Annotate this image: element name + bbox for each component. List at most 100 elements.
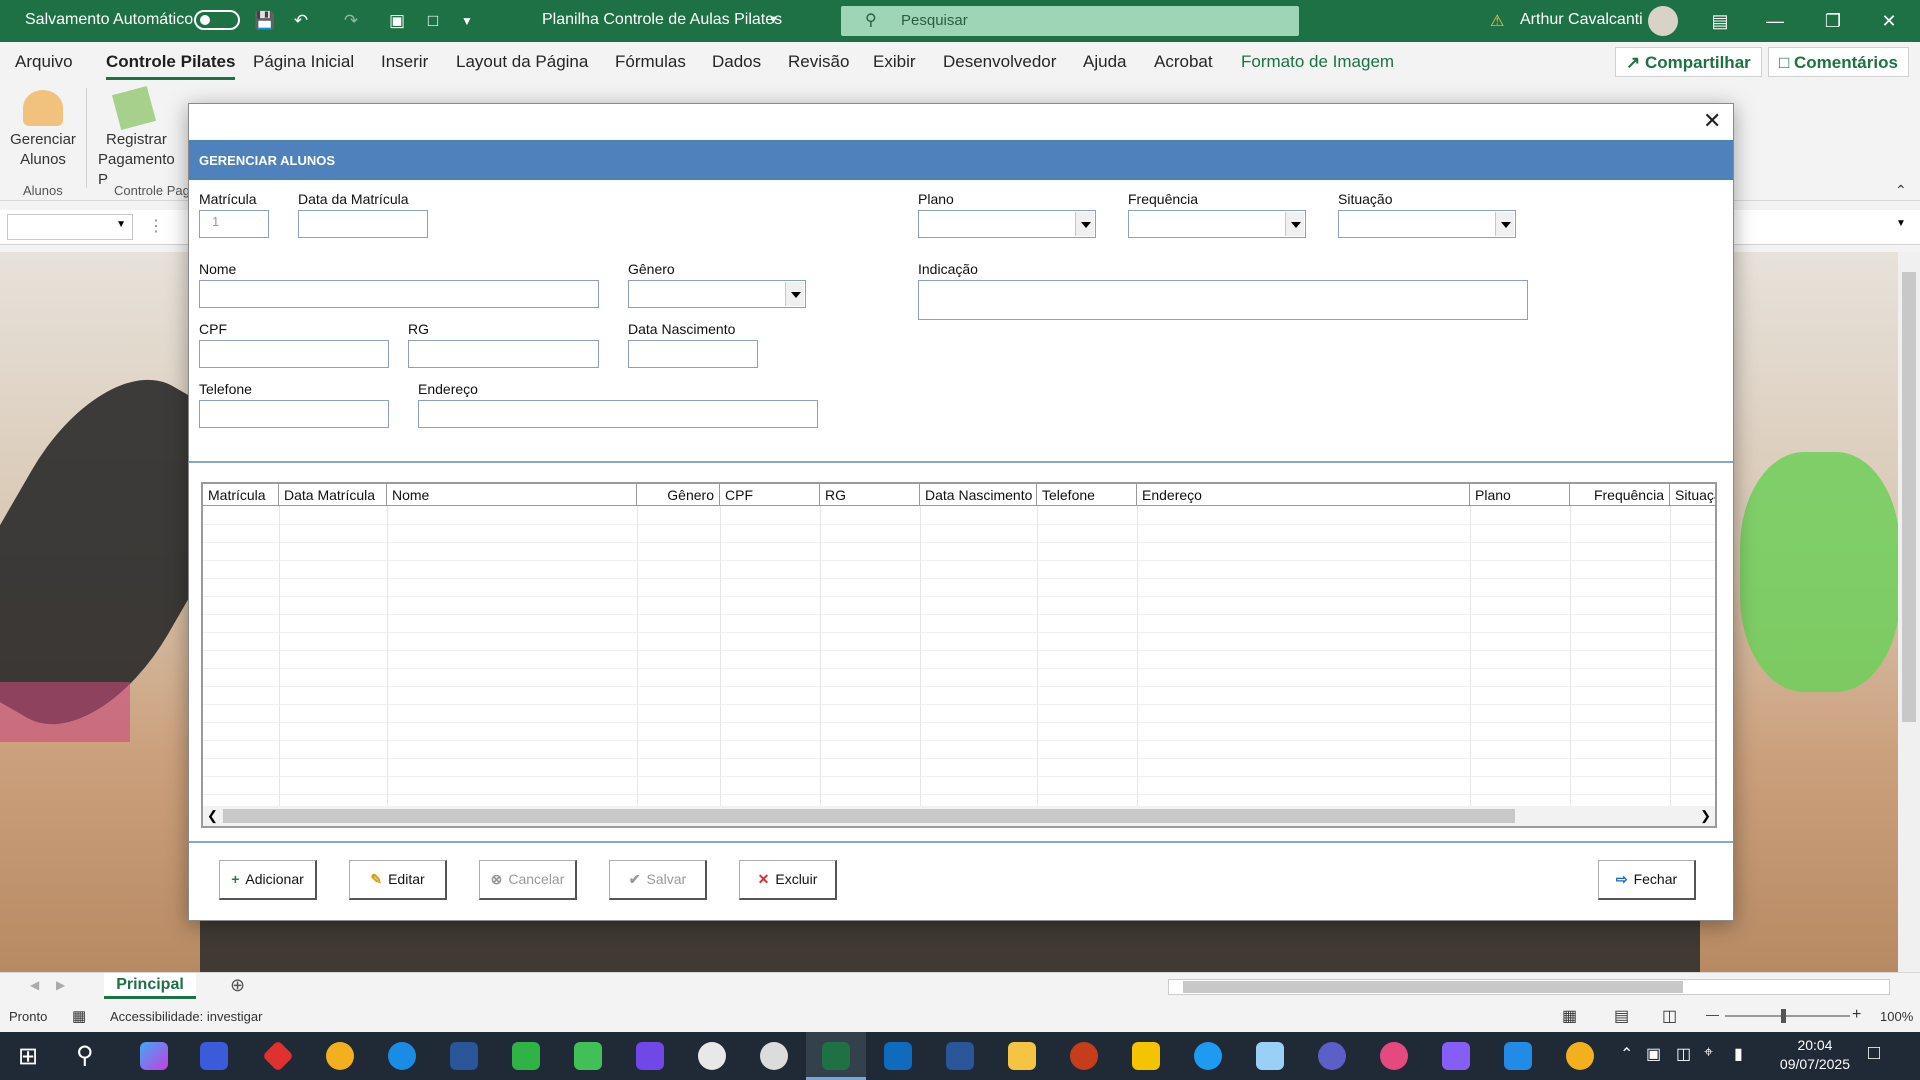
skype-icon[interactable]	[1194, 1042, 1222, 1070]
tab-exibir[interactable]: Exibir	[873, 52, 916, 72]
app-icon[interactable]	[262, 1040, 294, 1072]
minimize-icon[interactable]: —	[1760, 8, 1790, 34]
tab-pagina-inicial[interactable]: Página Inicial	[253, 52, 354, 72]
app-icon[interactable]	[1380, 1042, 1408, 1070]
chevron-down-icon[interactable]	[1075, 212, 1094, 236]
nome-field[interactable]	[199, 280, 599, 308]
tray-chevron-icon[interactable]: ⌃	[1620, 1044, 1633, 1064]
paint-icon[interactable]	[698, 1042, 726, 1070]
app-icon[interactable]	[1504, 1042, 1532, 1070]
user-name[interactable]: Arthur Cavalcanti	[1520, 11, 1643, 29]
column-header[interactable]: Endereço	[1137, 484, 1470, 506]
tab-formulas[interactable]: Fórmulas	[615, 52, 686, 72]
expand-formula-icon[interactable]: ▼	[1896, 218, 1906, 229]
autosave-toggle[interactable]	[194, 10, 240, 30]
search-box[interactable]: ⚲ Pesquisar	[841, 6, 1299, 36]
comments-button[interactable]: □ Comentários	[1768, 47, 1909, 77]
chevron-down-icon[interactable]	[1495, 212, 1514, 236]
chevron-down-icon[interactable]	[1285, 212, 1304, 236]
cpf-field[interactable]	[199, 340, 389, 368]
normal-view-icon[interactable]: ▦	[1562, 1006, 1577, 1026]
vertical-scrollbar[interactable]	[1898, 252, 1920, 972]
scroll-right-icon[interactable]: ❯	[1700, 808, 1711, 824]
tab-acrobat[interactable]: Acrobat	[1154, 52, 1213, 72]
tab-layout-pagina[interactable]: Layout da Página	[456, 52, 588, 72]
search-icon[interactable]: ⚲	[76, 1041, 94, 1070]
situacao-select[interactable]	[1338, 210, 1516, 238]
name-box[interactable]: ▼	[7, 214, 133, 240]
fechar-button[interactable]: ⇨ Fechar	[1598, 860, 1696, 900]
genero-select[interactable]	[628, 280, 806, 308]
tab-revisao[interactable]: Revisão	[788, 52, 849, 72]
zoom-slider-thumb[interactable]	[1781, 1009, 1786, 1023]
windows-start-icon[interactable]: ⊞	[18, 1042, 38, 1071]
column-header[interactable]: Telefone	[1037, 484, 1137, 506]
tray-icon[interactable]: ◫	[1676, 1044, 1691, 1064]
powerpoint-icon[interactable]	[1070, 1042, 1098, 1070]
column-header[interactable]: Matrícula	[203, 484, 279, 506]
add-sheet-icon[interactable]: ⊕	[230, 975, 245, 996]
ribbon-display-icon[interactable]: ▤	[1705, 8, 1735, 34]
word-icon[interactable]	[946, 1042, 974, 1070]
fireworks-icon[interactable]	[1132, 1042, 1160, 1070]
app-icon[interactable]	[1256, 1042, 1284, 1070]
tray-icon[interactable]: ▣	[1646, 1044, 1661, 1064]
customize-qat-icon[interactable]: ▼	[456, 10, 478, 32]
data-matricula-field[interactable]	[298, 210, 428, 238]
horizontal-scrollbar[interactable]: ❮ ❯	[203, 806, 1715, 826]
scroll-left-icon[interactable]: ❮	[207, 808, 218, 824]
page-layout-view-icon[interactable]: ▤	[1614, 1006, 1629, 1026]
tab-controle-pilates[interactable]: Controle Pilates	[106, 52, 236, 80]
copilot-icon[interactable]	[140, 1042, 168, 1070]
avatar[interactable]	[1648, 6, 1678, 36]
column-header[interactable]: Nome	[387, 484, 637, 506]
gerenciar-alunos-button[interactable]: Gerenciar Alunos	[8, 90, 78, 170]
restore-icon[interactable]: ❐	[1818, 8, 1848, 34]
adicionar-button[interactable]: + Adicionar	[219, 860, 317, 900]
vertical-scroll-thumb[interactable]	[1902, 272, 1916, 722]
tab-arquivo[interactable]: Arquivo	[15, 52, 73, 72]
excel-icon[interactable]	[822, 1042, 850, 1070]
share-button[interactable]: ↗ Compartilhar	[1615, 47, 1762, 77]
column-header[interactable]: Data Nascimento	[920, 484, 1037, 506]
app-icon[interactable]	[760, 1042, 788, 1070]
title-chevron-icon[interactable]: ▼	[768, 14, 779, 26]
close-dialog-icon[interactable]: ✕	[1703, 108, 1721, 134]
column-header[interactable]: Data Matrícula	[279, 484, 387, 506]
chrome-icon[interactable]	[1566, 1042, 1594, 1070]
close-window-icon[interactable]: ✕	[1874, 8, 1904, 34]
telefone-field[interactable]	[199, 400, 389, 428]
column-header[interactable]: RG	[820, 484, 920, 506]
registrar-pagamento-button[interactable]: Registrar Pagamento P	[98, 85, 188, 190]
column-header[interactable]: Situaçã	[1670, 484, 1715, 506]
teams-icon[interactable]	[1318, 1042, 1346, 1070]
save-icon[interactable]: 💾	[254, 10, 276, 32]
zoom-level[interactable]: 100%	[1880, 1009, 1913, 1024]
app-icon[interactable]	[1442, 1042, 1470, 1070]
redo-icon[interactable]: ↷	[340, 10, 362, 32]
file-explorer-icon[interactable]	[1008, 1042, 1036, 1070]
next-sheet-icon[interactable]: ▶	[56, 978, 65, 992]
column-header[interactable]: Plano	[1470, 484, 1570, 506]
wifi-icon[interactable]: ⌖	[1704, 1044, 1713, 1062]
editar-button[interactable]: ✎ Editar	[349, 860, 447, 900]
app-icon[interactable]	[200, 1042, 228, 1070]
new-file-icon[interactable]: □	[422, 10, 444, 32]
macro-record-icon[interactable]: ▦	[72, 1007, 86, 1025]
frequencia-select[interactable]	[1128, 210, 1306, 238]
column-header[interactable]: Frequência	[1570, 484, 1670, 506]
tab-formato-imagem[interactable]: Formato de Imagem	[1241, 52, 1394, 72]
document-title[interactable]: Planilha Controle de Aulas Pilates	[542, 11, 782, 29]
sheet-tab-principal[interactable]: Principal	[104, 973, 196, 999]
alunos-table[interactable]: Matrícula Data Matrícula Nome Gênero CPF…	[201, 482, 1717, 828]
zoom-in-icon[interactable]: +	[1852, 1006, 1861, 1024]
accessibility-status[interactable]: Accessibilidade: investigar	[110, 1009, 262, 1024]
prev-sheet-icon[interactable]: ◀	[30, 978, 39, 992]
rg-field[interactable]	[408, 340, 599, 368]
chrome-icon[interactable]	[326, 1042, 354, 1070]
tab-desenvolvedor[interactable]: Desenvolvedor	[943, 52, 1056, 72]
battery-icon[interactable]: ▮	[1734, 1044, 1743, 1064]
data-nascimento-field[interactable]	[628, 340, 758, 368]
excluir-button[interactable]: ✕ Excluir	[739, 860, 837, 900]
app-icon[interactable]	[450, 1042, 478, 1070]
